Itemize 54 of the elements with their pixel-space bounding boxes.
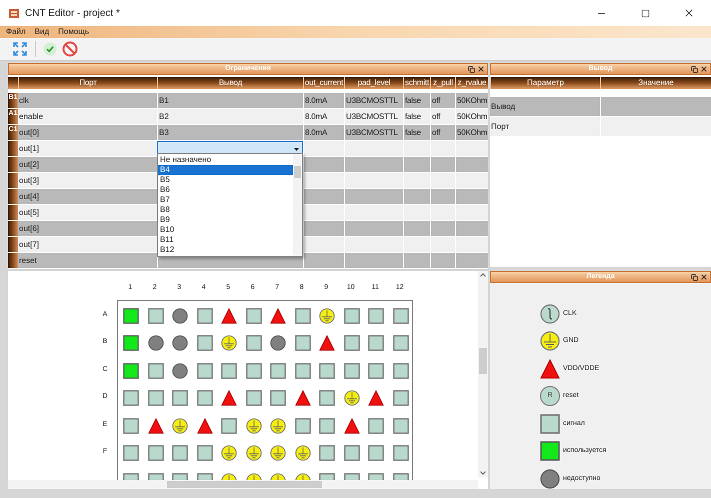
column-header[interactable]: schmitt: [403, 77, 430, 89]
table-cell: 50KOhm: [455, 125, 488, 141]
table-cell: B3: [157, 125, 303, 141]
dropdown-option[interactable]: B12: [158, 245, 293, 255]
table-cell: false: [403, 93, 430, 109]
table-cell: 50KOhm: [455, 109, 488, 125]
dropdown-option[interactable]: B5: [158, 175, 293, 185]
table-cell: reset: [18, 253, 157, 269]
column-header[interactable]: pad_level: [344, 77, 403, 89]
table-cell: out[2]: [18, 157, 157, 173]
dropdown-option[interactable]: B8: [158, 205, 293, 215]
table-cell: clk: [18, 93, 157, 109]
table-cell: off: [430, 109, 455, 125]
column-header[interactable]: z_rvalue: [455, 77, 488, 89]
table-cell: 8.0mA: [303, 125, 344, 141]
table-cell: false: [403, 109, 430, 125]
menu-item[interactable]: Помощь: [58, 26, 90, 38]
dropdown-option[interactable]: B4: [158, 165, 293, 175]
table-cell: out[0]: [18, 125, 157, 141]
table-cell: out[6]: [18, 221, 157, 237]
table-cell: B1: [157, 93, 303, 109]
table-cell: B2: [157, 109, 303, 125]
table-cell: out[5]: [18, 205, 157, 221]
column-header[interactable]: out_current: [303, 77, 344, 89]
table-cell: out[4]: [18, 189, 157, 205]
dropdown-option[interactable]: B7: [158, 195, 293, 205]
column-header[interactable]: z_pull: [430, 77, 455, 89]
table-cell: enable: [18, 109, 157, 125]
table-cell: out[3]: [18, 173, 157, 189]
table-cell: out[7]: [18, 237, 157, 253]
table-cell: false: [403, 125, 430, 141]
table-cell: off: [430, 125, 455, 141]
menu-item[interactable]: Вид: [34, 26, 50, 38]
dropdown-option[interactable]: B11: [158, 235, 293, 245]
table-cell: Вывод: [490, 97, 600, 117]
table-cell: out[1]: [18, 141, 157, 157]
table-cell: 50KOhm: [455, 93, 488, 109]
dropdown-option[interactable]: Не назначено: [158, 155, 293, 165]
table-cell: Порт: [490, 117, 600, 137]
column-header[interactable]: Параметр: [490, 77, 600, 89]
table-cell: U3BCMOSTTL: [344, 109, 403, 125]
column-header[interactable]: Порт: [18, 77, 157, 89]
dropdown-option[interactable]: B9: [158, 215, 293, 225]
dropdown-option[interactable]: B10: [158, 225, 293, 235]
dropdown-option[interactable]: B6: [158, 185, 293, 195]
table-cell: U3BCMOSTTL: [344, 93, 403, 109]
table-cell: U3BCMOSTTL: [344, 125, 403, 141]
window-title: CNT Editor - project *: [25, 6, 120, 20]
column-header[interactable]: Вывод: [157, 77, 303, 89]
table-cell: 8.0mA: [303, 109, 344, 125]
table-cell: 8.0mA: [303, 93, 344, 109]
table-cell: off: [430, 93, 455, 109]
column-header[interactable]: Значение: [600, 77, 711, 89]
menu-item[interactable]: Файл: [6, 26, 26, 38]
